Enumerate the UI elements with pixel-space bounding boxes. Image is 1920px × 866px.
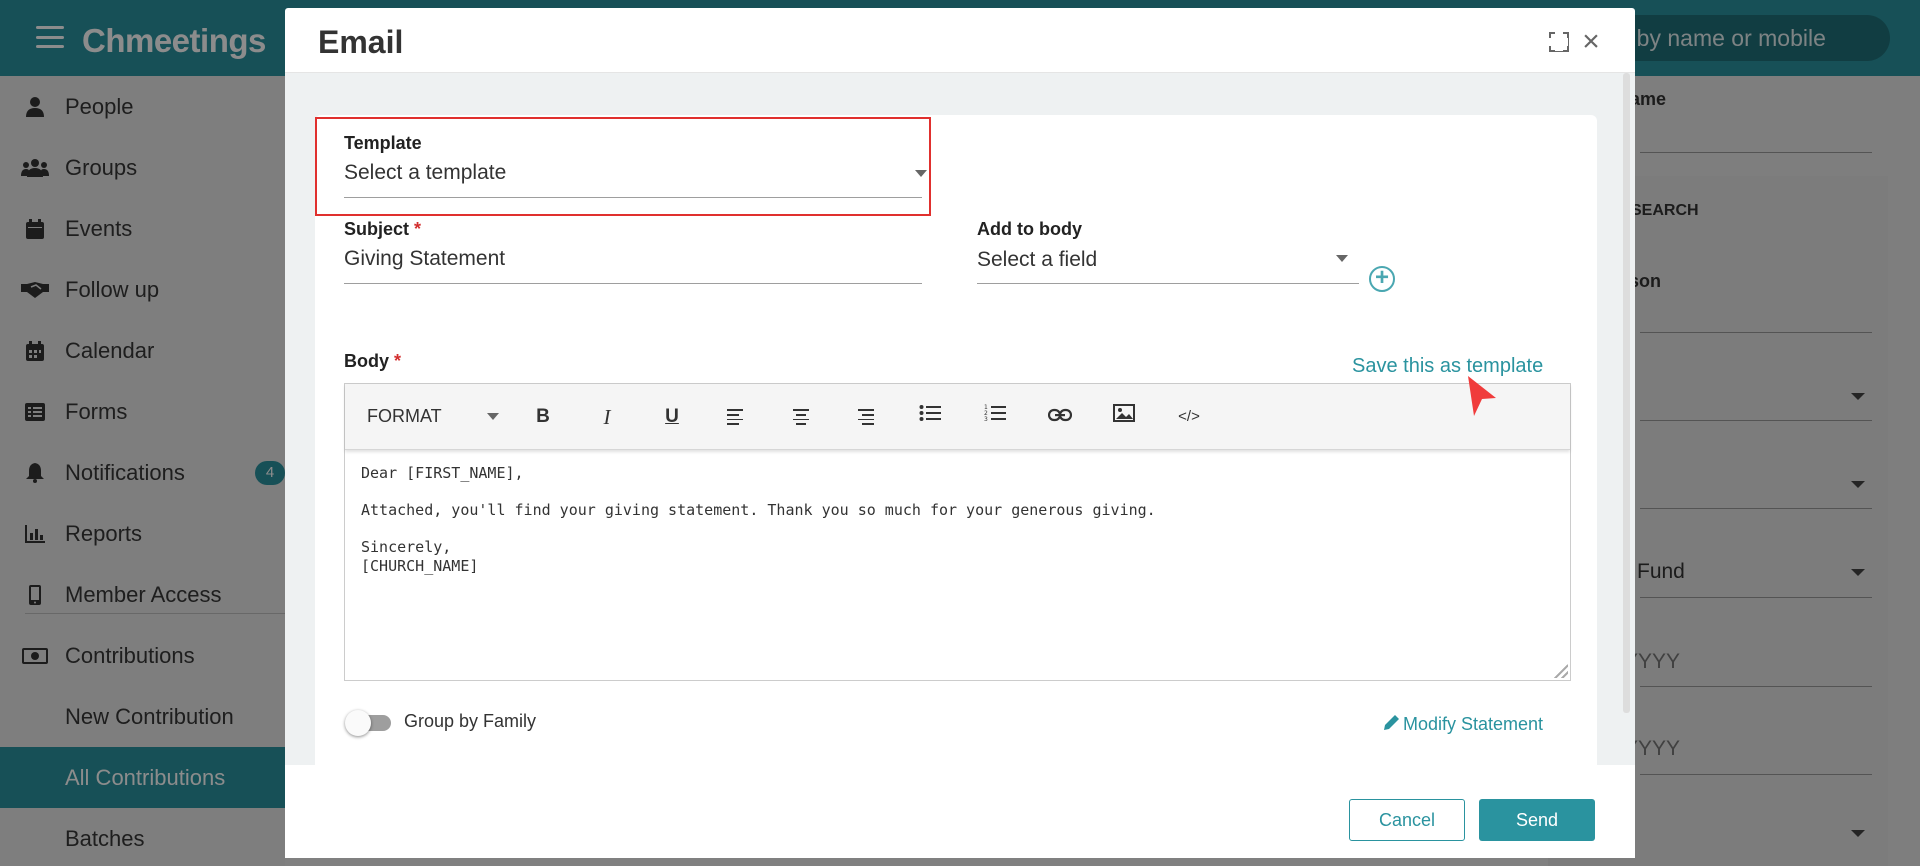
pencil-icon [1384,714,1400,735]
italic-icon[interactable]: I [593,403,621,431]
underline-icon[interactable]: U [658,403,686,431]
group-by-family-toggle[interactable] [345,708,393,736]
email-greeting: Dear [FIRST_NAME], [361,464,524,482]
email-signature: [CHURCH_NAME] [361,557,479,575]
resize-handle[interactable] [1554,664,1568,678]
subject-label: Subject * [344,219,421,240]
template-field-line [344,197,922,198]
dialog-header: Email × [285,8,1635,73]
align-center-icon[interactable] [787,403,815,431]
required-marker: * [394,351,402,371]
body-label-text: Body [344,351,389,371]
send-button[interactable]: Send [1479,799,1595,841]
add-to-body-field-line [977,283,1359,284]
link-icon[interactable] [1046,403,1074,431]
bullet-list-icon[interactable] [916,403,944,431]
email-dialog: Email × Template Select a template Subje… [285,8,1635,858]
email-closing: Sincerely, [361,538,452,556]
rich-text-editor: FORMAT B I U 123 </> Dear [FIRST_NAME], [344,383,1571,681]
email-message: Attached, you'll find your giving statem… [361,501,1156,519]
chevron-down-icon[interactable] [915,170,927,177]
dialog-title: Email [318,24,404,60]
dialog-footer: Cancel Send [285,765,1635,858]
add-to-body-label: Add to body [977,219,1082,239]
subject-label-text: Subject [344,219,410,239]
template-label: Template [344,133,422,153]
add-field-button[interactable]: + [1369,266,1395,292]
dialog-scrollbar[interactable] [1623,73,1630,713]
expand-icon[interactable] [1548,31,1569,52]
modify-statement-link[interactable]: Modify Statement [1384,714,1543,735]
image-icon[interactable] [1110,403,1138,431]
add-to-body-select[interactable]: Select a field [977,248,1097,272]
chevron-down-icon[interactable] [1336,255,1348,262]
plus-icon: + [1374,264,1389,291]
modify-statement-text: Modify Statement [1403,714,1544,734]
code-icon[interactable]: </> [1175,403,1203,431]
align-left-icon[interactable] [722,403,750,431]
body-label: Body * [344,351,401,372]
format-dropdown[interactable]: FORMAT [367,406,442,427]
close-icon[interactable]: × [1581,27,1601,57]
subject-field-line [344,283,922,284]
save-as-template-link[interactable]: Save this as template [1352,355,1543,378]
subject-input[interactable]: Giving Statement [344,247,505,271]
chevron-down-icon[interactable] [487,413,499,420]
editor-content[interactable]: Dear [FIRST_NAME], Attached, you'll find… [361,464,1156,576]
template-select[interactable]: Select a template [344,161,506,185]
editor-toolbar: FORMAT B I U 123 </> [345,384,1570,450]
align-right-icon[interactable] [851,403,879,431]
cancel-button[interactable]: Cancel [1349,799,1465,841]
required-marker: * [414,219,422,239]
svg-text:3: 3 [984,416,988,422]
numbered-list-icon[interactable]: 123 [981,403,1009,431]
mouse-pointer-icon [1468,376,1496,416]
toggle-knob [345,710,371,736]
bold-icon[interactable]: B [529,403,557,431]
group-by-family-label: Group by Family [404,711,537,731]
